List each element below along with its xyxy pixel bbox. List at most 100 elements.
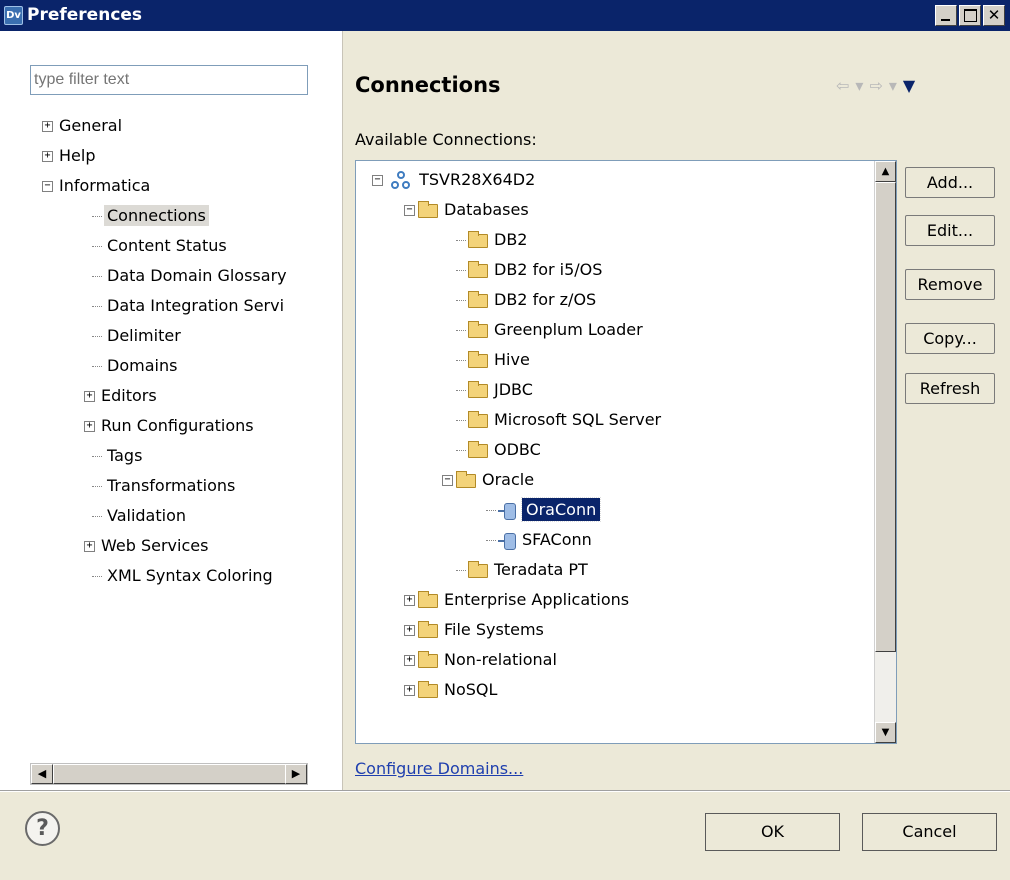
tree-item-enterprise-applications[interactable]: + Enterprise Applications (404, 585, 629, 615)
folder-icon (468, 290, 488, 308)
nav-item-domains[interactable]: Domains (92, 351, 180, 381)
maximize-button[interactable] (959, 5, 981, 26)
app-icon: Dv (4, 6, 23, 25)
back-icon[interactable]: ⇦ (836, 76, 855, 95)
nav-item-connections[interactable]: Connections (92, 201, 209, 231)
nav-item-run-configurations[interactable]: + Run Configurations (84, 411, 257, 441)
folder-icon (418, 590, 438, 608)
nav-item-informatica[interactable]: − Informatica (42, 171, 153, 201)
nav-item-tags[interactable]: Tags (92, 441, 145, 471)
tree-item-nosql[interactable]: + NoSQL (404, 675, 497, 705)
tree-item-non-relational[interactable]: + Non-relational (404, 645, 557, 675)
expand-icon[interactable]: + (404, 625, 415, 636)
nav-item-xml-syntax-coloring[interactable]: XML Syntax Coloring (92, 561, 276, 591)
folder-icon (418, 680, 438, 698)
preferences-nav-panel: +General +Help −Informatica Connections … (0, 31, 343, 790)
folder-icon (456, 470, 476, 488)
title-bar: Dv Preferences ✕ (0, 0, 1010, 31)
forward-dropdown-icon[interactable]: ▾ (889, 76, 903, 95)
vertical-scrollbar[interactable]: ▲ ▼ (874, 161, 896, 743)
nav-item-data-domain-glossary[interactable]: Data Domain Glossary (92, 261, 290, 291)
tree-item-databases[interactable]: − Databases (404, 195, 529, 225)
nav-item-web-services[interactable]: + Web Services (84, 531, 211, 561)
expand-icon[interactable]: + (42, 151, 53, 162)
nav-item-data-integration-service[interactable]: Data Integration Servi (92, 291, 287, 321)
tree-item-jdbc[interactable]: JDBC (456, 375, 533, 405)
back-dropdown-icon[interactable]: ▾ (855, 76, 869, 95)
nav-item-transformations[interactable]: Transformations (92, 471, 238, 501)
nav-item-editors[interactable]: + Editors (84, 381, 160, 411)
tree-item-teradata-pt[interactable]: Teradata PT (456, 555, 588, 585)
folder-icon (468, 260, 488, 278)
tree-item-oracle[interactable]: − Oracle (442, 465, 534, 495)
folder-icon (468, 410, 488, 428)
page-title: Connections (355, 73, 501, 97)
connections-page: Connections ⇦▾⇨▾▼ Available Connections:… (344, 31, 1010, 790)
available-connections-label: Available Connections: (355, 130, 537, 149)
scroll-up-icon[interactable]: ▲ (875, 161, 896, 182)
close-button[interactable]: ✕ (983, 5, 1005, 26)
folder-icon (468, 320, 488, 338)
add-button[interactable]: Add... (905, 167, 995, 198)
tree-item-greenplum-loader[interactable]: Greenplum Loader (456, 315, 643, 345)
nav-item-general[interactable]: + General (42, 111, 125, 141)
refresh-button[interactable]: Refresh (905, 373, 995, 404)
window-title: Preferences (27, 5, 143, 25)
folder-icon (468, 560, 488, 578)
collapse-icon[interactable]: − (42, 181, 53, 192)
folder-icon (418, 620, 438, 638)
folder-icon (468, 350, 488, 368)
folder-icon (468, 380, 488, 398)
minimize-button[interactable] (935, 5, 957, 26)
tree-item-oraconn[interactable]: OraConn (486, 495, 602, 525)
nav-item-validation[interactable]: Validation (92, 501, 189, 531)
expand-icon[interactable]: + (84, 391, 95, 402)
edit-button[interactable]: Edit... (905, 215, 995, 246)
folder-icon (418, 200, 438, 218)
forward-icon[interactable]: ⇨ (869, 76, 888, 95)
folder-icon (418, 650, 438, 668)
history-navigation: ⇦▾⇨▾▼ (836, 76, 921, 95)
collapse-icon[interactable]: − (442, 475, 453, 486)
expand-icon[interactable]: + (42, 121, 53, 132)
expand-icon[interactable]: + (404, 655, 415, 666)
collapse-icon[interactable]: − (404, 205, 415, 216)
tree-item-db2-zos[interactable]: DB2 for z/OS (456, 285, 596, 315)
tree-item-file-systems[interactable]: + File Systems (404, 615, 544, 645)
tree-item-server[interactable]: − TSVR28X64D2 (372, 165, 535, 195)
scroll-left-icon[interactable]: ◀ (31, 764, 53, 784)
tree-item-db2[interactable]: DB2 (456, 225, 527, 255)
scroll-right-icon[interactable]: ▶ (285, 764, 307, 784)
ok-button[interactable]: OK (705, 813, 840, 851)
tree-item-odbc[interactable]: ODBC (456, 435, 541, 465)
database-connection-icon (498, 532, 516, 550)
expand-icon[interactable]: + (404, 685, 415, 696)
expand-icon[interactable]: + (84, 421, 95, 432)
scrollbar-thumb[interactable] (53, 764, 287, 784)
cancel-button[interactable]: Cancel (862, 813, 997, 851)
collapse-icon[interactable]: − (372, 175, 383, 186)
horizontal-scrollbar[interactable]: ◀ ▶ (30, 763, 308, 785)
footer-divider (0, 790, 1010, 792)
view-menu-icon[interactable]: ▼ (903, 76, 921, 95)
nav-item-content-status[interactable]: Content Status (92, 231, 230, 261)
configure-domains-link[interactable]: Configure Domains... (355, 759, 523, 778)
expand-icon[interactable]: + (84, 541, 95, 552)
filter-input[interactable] (30, 65, 308, 95)
tree-item-db2-i5os[interactable]: DB2 for i5/OS (456, 255, 602, 285)
help-icon[interactable]: ? (25, 811, 60, 846)
remove-button[interactable]: Remove (905, 269, 995, 300)
expand-icon[interactable]: + (404, 595, 415, 606)
tree-item-hive[interactable]: Hive (456, 345, 530, 375)
folder-icon (468, 440, 488, 458)
scrollbar-thumb[interactable] (875, 182, 896, 652)
copy-button[interactable]: Copy... (905, 323, 995, 354)
nav-item-delimiter[interactable]: Delimiter (92, 321, 184, 351)
scroll-down-icon[interactable]: ▼ (875, 722, 896, 743)
folder-icon (468, 230, 488, 248)
database-connection-icon (498, 502, 516, 520)
nav-item-help[interactable]: + Help (42, 141, 98, 171)
tree-item-microsoft-sql-server[interactable]: Microsoft SQL Server (456, 405, 661, 435)
tree-item-sfaconn[interactable]: SFAConn (486, 525, 592, 555)
connections-tree: − TSVR28X64D2 − Databases DB2 DB2 for i5/… (355, 160, 897, 744)
